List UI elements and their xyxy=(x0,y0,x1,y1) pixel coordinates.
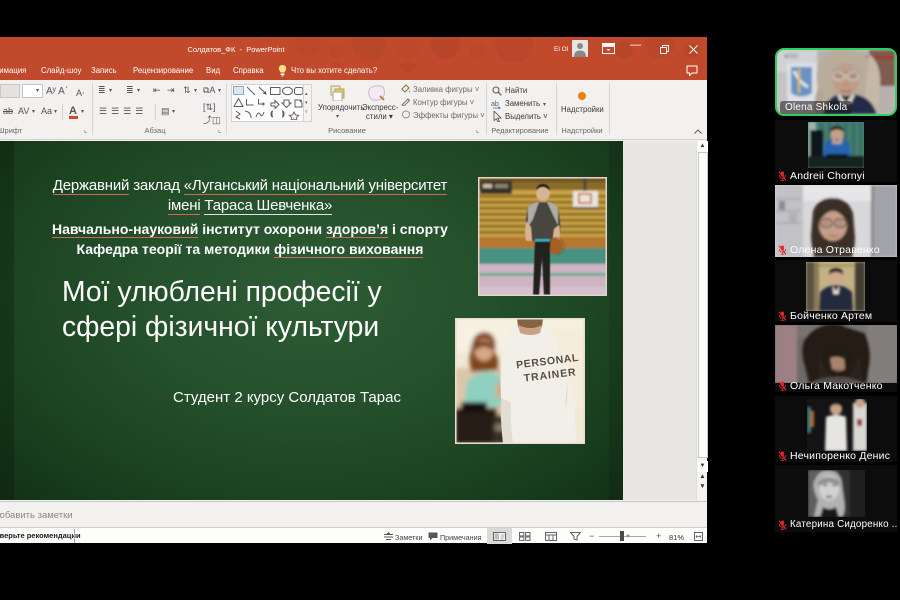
svg-text:ab: ab xyxy=(491,101,499,108)
svg-text:●OO: ●OO xyxy=(784,53,798,60)
